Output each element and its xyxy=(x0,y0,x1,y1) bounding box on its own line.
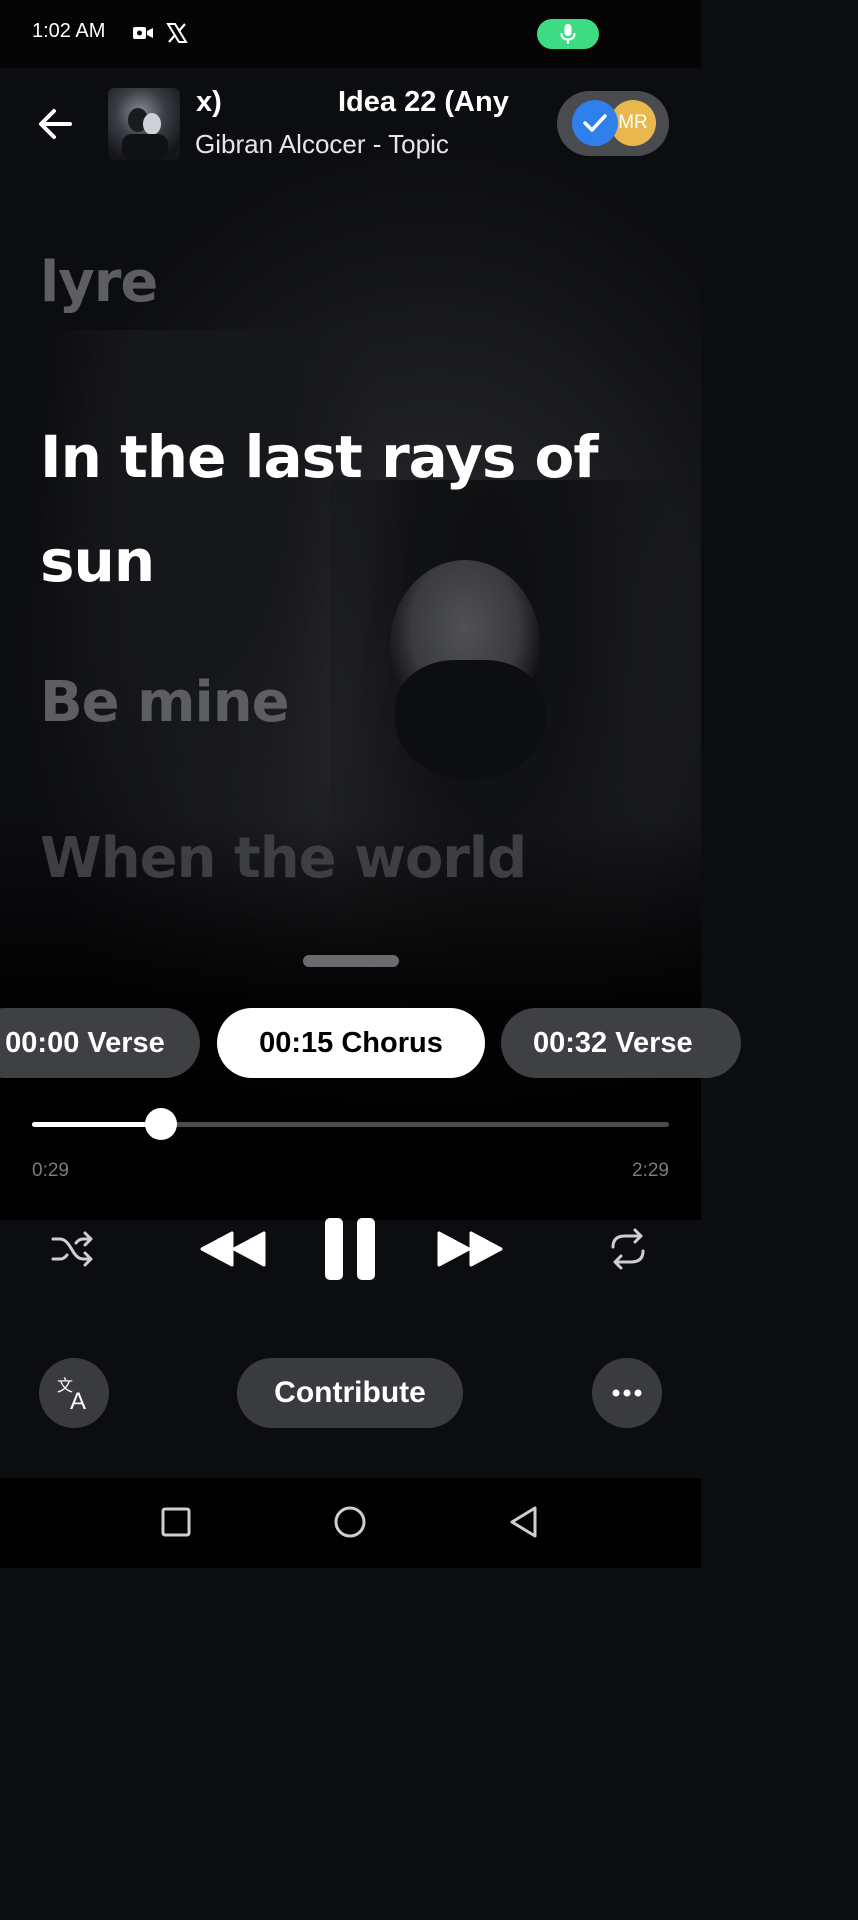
seek-bar[interactable] xyxy=(32,1122,669,1127)
track-title-fragment: x) xyxy=(196,86,222,118)
previous-button[interactable] xyxy=(198,1229,268,1273)
repeat-button[interactable] xyxy=(606,1227,650,1275)
next-button[interactable] xyxy=(435,1229,505,1273)
circle-icon[interactable] xyxy=(333,1505,367,1539)
more-horizontal-icon xyxy=(612,1389,642,1397)
more-button[interactable] xyxy=(592,1358,662,1428)
lyric-line-previous[interactable]: lyre xyxy=(40,250,158,315)
shuffle-icon xyxy=(51,1231,93,1267)
shuffle-button[interactable] xyxy=(50,1228,94,1274)
status-time: 1:02 AM xyxy=(32,20,106,42)
square-icon[interactable] xyxy=(160,1506,192,1538)
album-thumbnail[interactable] xyxy=(108,88,180,160)
track-artist: Gibran Alcocer - Topic xyxy=(195,129,449,159)
seek-bar-progress xyxy=(32,1122,161,1127)
rewind-icon xyxy=(200,1231,266,1267)
elapsed-time: 0:29 xyxy=(32,1160,69,1181)
section-chip-chorus[interactable]: 00:15 Chorus xyxy=(217,1008,485,1078)
lyric-line-next[interactable]: Be mine xyxy=(40,670,290,735)
arrow-left-icon xyxy=(39,109,72,139)
svg-text:A: A xyxy=(70,1388,86,1413)
pause-button[interactable] xyxy=(322,1216,378,1286)
x-logo-icon xyxy=(166,22,188,48)
translate-icon: 文 A xyxy=(57,1376,86,1413)
microphone-indicator xyxy=(537,19,599,49)
translate-button[interactable]: 文 A xyxy=(39,1358,109,1428)
track-title: Idea 22 (Any xyxy=(338,86,509,118)
status-bar: 1:02 AM xyxy=(0,0,701,68)
pause-icon xyxy=(325,1218,375,1280)
fast-forward-icon xyxy=(437,1231,503,1267)
lyric-line-current[interactable]: In the last rays of sun xyxy=(40,405,640,613)
back-button[interactable] xyxy=(34,102,78,146)
triangle-back-icon[interactable] xyxy=(508,1505,540,1539)
verified-avatar[interactable] xyxy=(572,100,618,146)
sheet-drag-handle[interactable] xyxy=(303,955,399,967)
section-chip-verse-1[interactable]: 00:00 Verse xyxy=(0,1008,200,1078)
total-time: 2:29 xyxy=(632,1160,669,1181)
seek-bar-thumb[interactable] xyxy=(145,1108,177,1140)
album-art-background xyxy=(0,0,701,1568)
section-chip-verse-2[interactable]: 00:32 Verse xyxy=(501,1008,741,1078)
background-mask xyxy=(395,660,545,780)
system-nav-bar xyxy=(0,1478,701,1568)
video-camera-icon xyxy=(132,24,154,46)
microphone-icon xyxy=(560,24,576,44)
lyric-line-upcoming[interactable]: When the world xyxy=(40,826,527,891)
checkmark-icon xyxy=(583,114,607,132)
contribute-button[interactable]: Contribute xyxy=(237,1358,463,1428)
repeat-icon xyxy=(611,1228,645,1270)
